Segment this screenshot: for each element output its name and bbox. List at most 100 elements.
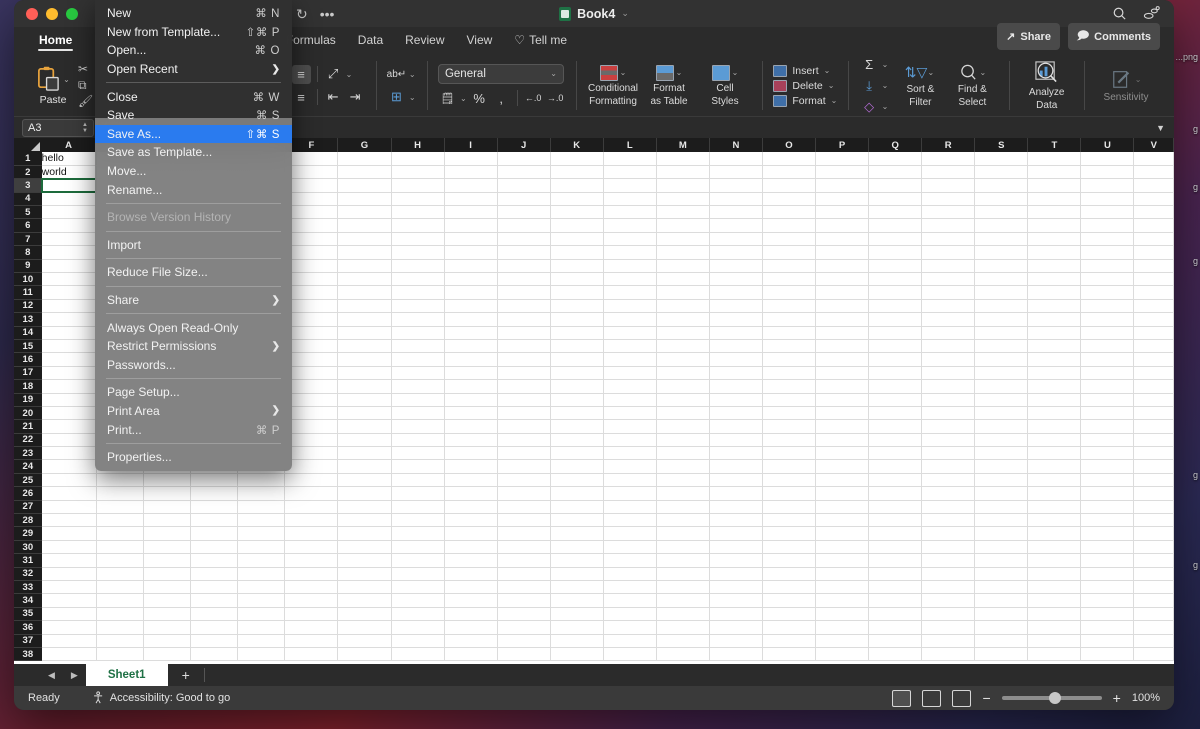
cell-o24[interactable] [762, 459, 817, 474]
cell-q5[interactable] [868, 205, 923, 220]
cell-l15[interactable] [603, 339, 657, 354]
cell-r14[interactable] [921, 326, 976, 340]
cell-h37[interactable] [391, 634, 445, 648]
cell-f25[interactable] [284, 473, 339, 488]
cell-v17[interactable] [1133, 366, 1174, 381]
cell-o38[interactable] [762, 647, 817, 662]
cell-p28[interactable] [815, 513, 870, 528]
cell-a10[interactable] [41, 272, 97, 287]
cell-f7[interactable] [284, 232, 339, 247]
row-header-4[interactable]: 4 [14, 192, 42, 207]
cell-p21[interactable] [815, 419, 870, 434]
cell-r22[interactable] [921, 433, 976, 448]
cell-t23[interactable] [1027, 446, 1082, 461]
cell-u1[interactable] [1080, 152, 1135, 166]
format-cells-button[interactable]: Format ⌄ [773, 94, 837, 107]
cell-f12[interactable] [284, 299, 339, 314]
cell-j26[interactable] [497, 486, 551, 501]
cell-s6[interactable] [974, 218, 1029, 233]
menu-item-print[interactable]: Print... ⌘ P [95, 420, 292, 439]
cell-l35[interactable] [603, 607, 657, 622]
column-header-a[interactable]: A [41, 138, 97, 152]
menu-item-rename[interactable]: Rename... [95, 180, 292, 199]
row-header-22[interactable]: 22 [14, 433, 42, 448]
cell-j19[interactable] [497, 393, 551, 407]
row-header-8[interactable]: 8 [14, 245, 42, 260]
zoom-out-button[interactable]: − [982, 690, 990, 706]
cell-t9[interactable] [1027, 259, 1082, 274]
cell-l30[interactable] [603, 540, 657, 555]
cell-v35[interactable] [1133, 607, 1174, 622]
cell-s35[interactable] [974, 607, 1029, 622]
cell-p29[interactable] [815, 526, 870, 541]
cell-t24[interactable] [1027, 459, 1082, 474]
cell-l21[interactable] [603, 419, 657, 434]
cell-h27[interactable] [391, 500, 445, 515]
cell-a24[interactable] [41, 459, 97, 474]
cell-k37[interactable] [550, 634, 604, 648]
cell-t19[interactable] [1027, 393, 1082, 407]
cell-f32[interactable] [284, 567, 339, 582]
cell-a15[interactable] [41, 339, 97, 354]
cell-k29[interactable] [550, 526, 604, 541]
cell-r36[interactable] [921, 620, 976, 635]
cell-j35[interactable] [497, 607, 551, 622]
row-header-10[interactable]: 10 [14, 272, 42, 287]
cell-f17[interactable] [284, 366, 339, 381]
cell-p35[interactable] [815, 607, 870, 622]
cell-t34[interactable] [1027, 593, 1082, 608]
cell-p2[interactable] [815, 165, 870, 180]
cell-h1[interactable] [391, 152, 445, 166]
cell-a3[interactable] [40, 177, 98, 194]
cell-s30[interactable] [974, 540, 1029, 555]
table-row[interactable]: 32 [14, 567, 1174, 582]
cell-m31[interactable] [656, 553, 710, 568]
cell-q2[interactable] [868, 165, 923, 180]
cell-o27[interactable] [762, 500, 817, 515]
cell-t37[interactable] [1027, 634, 1082, 648]
cell-f16[interactable] [284, 352, 339, 367]
cell-o31[interactable] [762, 553, 817, 568]
cell-p9[interactable] [815, 259, 870, 274]
cell-g27[interactable] [337, 500, 392, 515]
cell-t32[interactable] [1027, 567, 1082, 582]
cell-g12[interactable] [337, 299, 392, 314]
cell-b31[interactable] [96, 553, 144, 568]
cell-p37[interactable] [815, 634, 870, 648]
cell-a22[interactable] [41, 433, 97, 448]
cell-f31[interactable] [284, 553, 339, 568]
cell-r17[interactable] [921, 366, 976, 381]
cell-h3[interactable] [391, 178, 445, 193]
cell-f14[interactable] [284, 326, 339, 340]
cell-a6[interactable] [41, 218, 97, 233]
cell-o25[interactable] [762, 473, 817, 488]
cell-f8[interactable] [284, 245, 339, 260]
cell-v12[interactable] [1133, 299, 1174, 314]
cell-h11[interactable] [391, 285, 445, 300]
cell-p1[interactable] [815, 152, 870, 166]
cell-i29[interactable] [444, 526, 498, 541]
cell-n11[interactable] [709, 285, 763, 300]
cell-a30[interactable] [41, 540, 97, 555]
cell-q4[interactable] [868, 192, 923, 207]
cell-m38[interactable] [656, 647, 710, 662]
cell-j37[interactable] [497, 634, 551, 648]
cell-m7[interactable] [656, 232, 710, 247]
cell-t10[interactable] [1027, 272, 1082, 287]
cell-c35[interactable] [143, 607, 191, 622]
cell-i2[interactable] [444, 165, 498, 180]
cell-q6[interactable] [868, 218, 923, 233]
cell-g18[interactable] [337, 379, 392, 394]
percent-style-icon[interactable]: % [470, 89, 489, 108]
cell-f5[interactable] [284, 205, 339, 220]
menu-item-new[interactable]: New ⌘ N [95, 4, 292, 23]
cell-n2[interactable] [709, 165, 763, 180]
cell-n1[interactable] [709, 152, 763, 166]
cell-m19[interactable] [656, 393, 710, 407]
align-bottom-icon[interactable]: ≡ [291, 64, 311, 84]
cell-j36[interactable] [497, 620, 551, 635]
cell-g32[interactable] [337, 567, 392, 582]
cell-s32[interactable] [974, 567, 1029, 582]
maximize-window-button[interactable] [66, 7, 78, 20]
cell-k9[interactable] [550, 259, 604, 274]
